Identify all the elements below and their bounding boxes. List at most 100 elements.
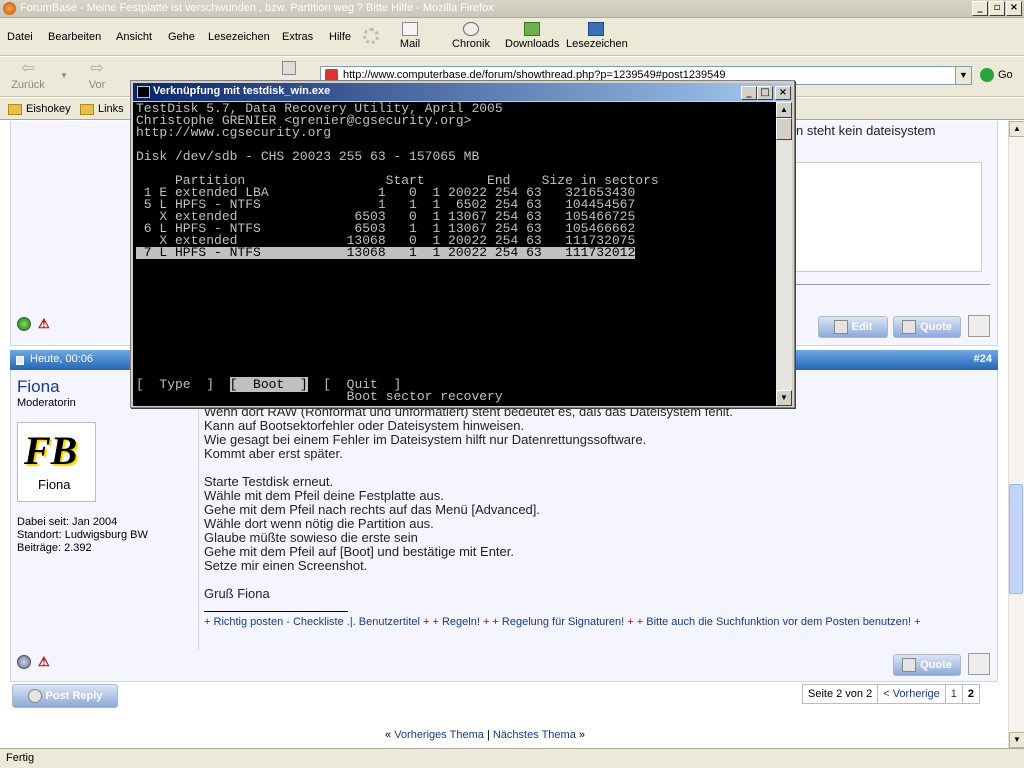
bookmark-links[interactable]: Links — [80, 103, 124, 115]
user-rank: Moderatorin — [17, 397, 76, 409]
back-dropdown-icon[interactable]: ▼ — [60, 71, 68, 80]
close-button[interactable]: × — [1006, 1, 1022, 16]
offline-status-icon — [17, 655, 31, 669]
nav-separator: | — [486, 729, 490, 741]
user-joined: Dabei seit: Jan 2004 — [17, 516, 118, 528]
bookmarks-button[interactable]: Lesezeichen — [566, 22, 628, 50]
post-number[interactable]: #24 — [974, 353, 992, 365]
next-arrow-icon: » — [578, 729, 585, 741]
minimize-button[interactable]: _ — [972, 1, 988, 16]
report-post-icon[interactable]: ⚠ — [38, 654, 50, 670]
bookmarks-icon — [588, 22, 604, 36]
sig-plus: + — [914, 616, 921, 628]
menu-ansicht[interactable]: Ansicht — [116, 31, 152, 43]
pagination-prev[interactable]: < Vorherige — [878, 685, 946, 703]
avatar-logo: FB — [24, 428, 78, 473]
console-hint: Boot sector recovery — [136, 389, 503, 404]
prev-thread-link[interactable]: Vorheriges Thema — [394, 729, 484, 741]
online-status-icon — [17, 317, 31, 331]
folder-icon — [8, 103, 22, 115]
menu-datei[interactable]: Datei — [7, 31, 33, 43]
console-screen[interactable]: TestDisk 5.7, Data Recovery Utility, Apr… — [133, 102, 776, 406]
quote-button[interactable]: Quote — [893, 654, 961, 676]
post-date: Heute, 00:06 — [30, 353, 93, 365]
sig-link-rules[interactable]: Regeln! — [439, 616, 483, 628]
sig-link-checklist[interactable]: Richtig posten - Checkliste .|. Benutzer… — [210, 616, 423, 628]
sig-plus: + + — [627, 616, 644, 628]
history-label: Chronik — [452, 38, 490, 50]
mail-button[interactable]: Mail — [398, 22, 422, 50]
console-title: Verknüpfung mit testdisk_win.exe — [153, 85, 331, 97]
next-thread-link[interactable]: Nächstes Thema — [493, 729, 576, 741]
home-icon[interactable] — [282, 61, 296, 75]
folder-icon — [80, 103, 94, 115]
console-titlebar[interactable]: Verknüpfung mit testdisk_win.exe _ □ × — [133, 83, 792, 101]
throbber-icon — [363, 28, 379, 44]
address-dropdown[interactable]: ▼ — [955, 66, 972, 85]
post-line: Setze mir einen Screenshot. — [204, 558, 368, 573]
quote-icon — [902, 320, 917, 335]
signature-divider — [204, 611, 348, 612]
user-location: Standort: Ludwigsburg BW — [17, 529, 148, 541]
edit-label: Edit — [851, 321, 873, 333]
maximize-button[interactable]: ▫ — [989, 1, 1005, 16]
post-line: Glaube müßte sowieso die erste sein — [204, 530, 418, 545]
edit-button[interactable]: Edit — [818, 316, 888, 338]
post-line — [204, 461, 733, 475]
console-minimize-button[interactable]: _ — [741, 86, 757, 100]
report-post-icon[interactable]: ⚠ — [38, 316, 50, 332]
menu-extras[interactable]: Extras — [282, 31, 313, 43]
post-line: Kann auf Bootsektorfehler oder Dateisyst… — [204, 418, 525, 433]
quote-button[interactable]: Quote — [893, 316, 961, 338]
multiquote-icon[interactable] — [968, 315, 990, 337]
scroll-down-button[interactable]: ▼ — [1009, 732, 1024, 748]
avatar-label: Fiona — [38, 477, 71, 492]
post-line: Wähle mit dem Pfeil deine Festplatte aus… — [204, 488, 444, 503]
post-reply-label: Post Reply — [45, 690, 103, 702]
menu-bearbeiten[interactable]: Bearbeiten — [48, 31, 101, 43]
pagination-page-1[interactable]: 1 — [946, 685, 963, 703]
clock-icon — [463, 22, 479, 36]
sig-link-signatures[interactable]: Regelung für Signaturen! — [499, 616, 627, 628]
multiquote-icon[interactable] — [968, 653, 990, 675]
menu-gehe[interactable]: Gehe — [168, 31, 195, 43]
post-username[interactable]: Fiona — [17, 377, 60, 397]
go-label: Go — [998, 68, 1013, 81]
post-text: Wenn dort RAW (Rohformat und unformatier… — [204, 405, 733, 601]
sig-plus: + + — [423, 616, 439, 628]
downloads-button[interactable]: Downloads — [505, 22, 559, 50]
page-scrollbar[interactable]: ▲ ▼ — [1008, 121, 1024, 748]
console-scrollbar-thumb[interactable] — [776, 118, 792, 140]
window-title: ForumBase - Meine Festplatte ist verschw… — [20, 2, 494, 14]
prev-arrow-icon: « — [385, 729, 392, 741]
console-icon — [137, 86, 150, 98]
history-button[interactable]: Chronik — [452, 22, 490, 50]
console-scroll-down[interactable]: ▼ — [776, 390, 792, 406]
sig-link-search[interactable]: Bitte auch die Suchfunktion vor dem Post… — [643, 616, 914, 628]
download-icon — [524, 22, 540, 36]
back-button[interactable]: ⇦ Zurück — [10, 60, 46, 92]
scroll-up-button[interactable]: ▲ — [1009, 121, 1024, 137]
back-arrow-icon: ⇦ — [21, 60, 35, 77]
console-scroll-up[interactable]: ▲ — [776, 102, 792, 118]
post-line: Gehe mit dem Pfeil nach rechts auf das M… — [204, 502, 541, 517]
sig-plus: + + — [482, 616, 499, 628]
forward-button[interactable]: ⇨ Vor — [84, 61, 110, 92]
partition-row-selected[interactable]: 7 L HPFS - NTFS 13068 1 1 20022 254 63 1… — [136, 246, 636, 259]
post-reply-button[interactable]: Post Reply — [12, 684, 118, 708]
window-titlebar: ForumBase - Meine Festplatte ist verschw… — [0, 0, 1024, 18]
console-close-button[interactable]: × — [775, 86, 791, 100]
go-button[interactable]: Go — [980, 68, 1013, 82]
previous-post-quote-box — [790, 162, 982, 272]
menu-lesezeichen[interactable]: Lesezeichen — [208, 31, 270, 43]
bookmark-eishokey[interactable]: Eishokey — [8, 103, 71, 115]
menu-hilfe[interactable]: Hilfe — [329, 31, 351, 43]
console-line: http://www.cgsecurity.org — [136, 125, 332, 140]
console-maximize-button[interactable]: □ — [757, 86, 773, 100]
thread-navigation: « Vorheriges Thema | Nächstes Thema » — [385, 729, 585, 741]
reply-icon — [27, 689, 42, 704]
quote-label: Quote — [920, 321, 952, 333]
console-scrollbar[interactable]: ▲ ▼ — [776, 102, 792, 406]
scrollbar-thumb[interactable] — [1009, 484, 1023, 594]
user-post-count: Beiträge: 2.392 — [17, 542, 92, 554]
